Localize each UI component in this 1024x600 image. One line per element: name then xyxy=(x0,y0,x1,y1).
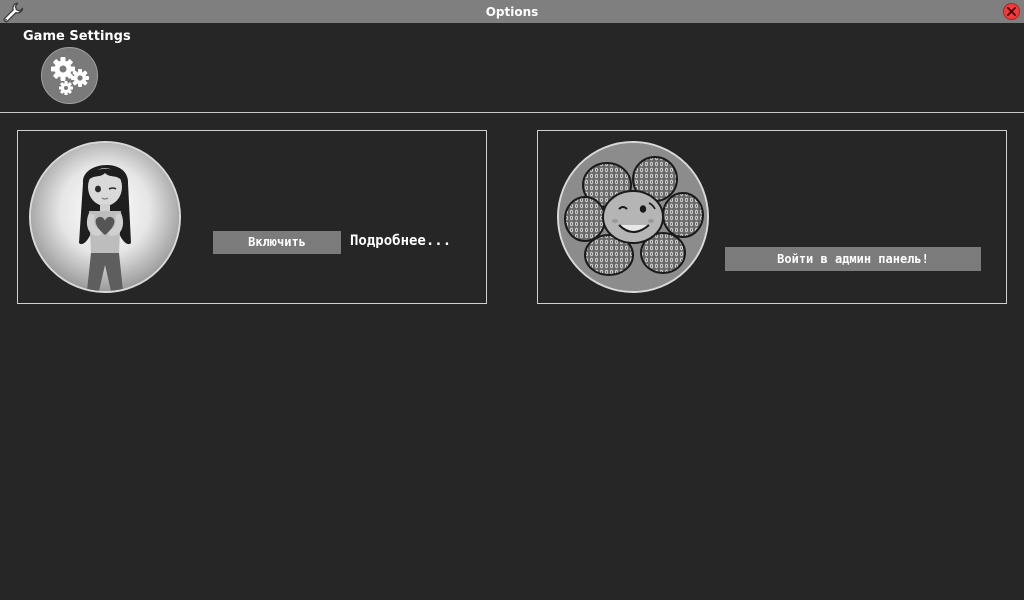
enable-button[interactable]: Включить xyxy=(213,231,341,254)
header-divider xyxy=(0,112,1024,113)
window-title: Options xyxy=(485,5,539,19)
options-window: Options Game Settings Включить Подробнее… xyxy=(0,0,1024,600)
admin-panel-button[interactable]: Войти в админ панель! xyxy=(725,247,981,271)
girl-character-avatar xyxy=(29,141,181,293)
close-button[interactable] xyxy=(1003,3,1020,20)
character-panel-flower: Войти в админ панель! xyxy=(537,130,1007,304)
close-icon xyxy=(1007,7,1016,16)
flower-portrait-image xyxy=(559,143,707,291)
game-settings-label: Game Settings xyxy=(23,29,131,44)
wrench-icon xyxy=(2,1,24,23)
game-settings-button[interactable] xyxy=(41,47,98,104)
character-panel-girl: Включить Подробнее... xyxy=(17,130,487,304)
more-details-link[interactable]: Подробнее... xyxy=(350,233,451,249)
gears-icon xyxy=(51,57,89,95)
girl-portrait-image xyxy=(31,143,179,291)
flower-character-avatar xyxy=(557,141,709,293)
title-bar: Options xyxy=(0,0,1024,23)
